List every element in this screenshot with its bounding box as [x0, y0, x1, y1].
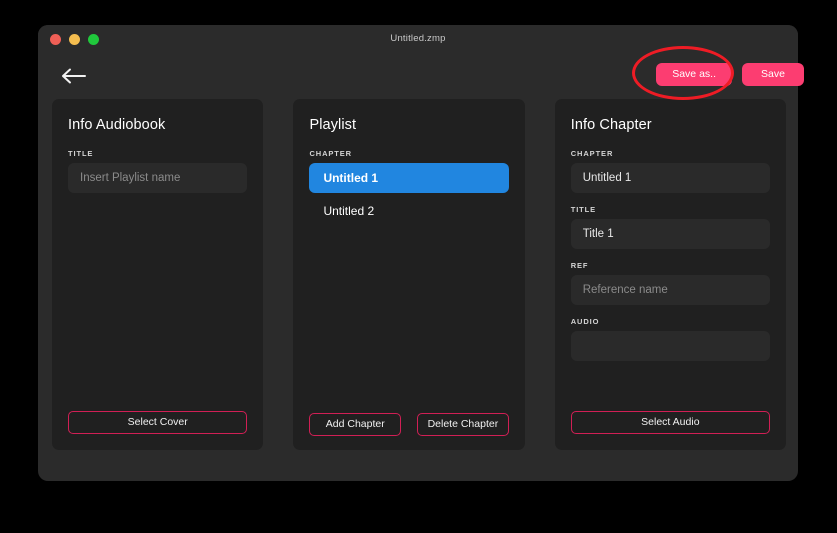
back-button[interactable]	[57, 63, 91, 89]
window-title: Untitled.zmp	[390, 33, 446, 44]
label-chapter-audio: AUDIO	[570, 317, 600, 326]
save-button[interactable]: Save	[742, 63, 804, 86]
footer-info-chapter: Select Audio	[570, 411, 770, 434]
label-audiobook-title: TITLE	[68, 149, 94, 158]
label-chapter-title: TITLE	[570, 205, 597, 214]
delete-chapter-button[interactable]: Delete Chapter	[417, 413, 509, 436]
save-button-group: Save as.. Save	[656, 63, 804, 86]
label-playlist-chapter: CHAPTER	[309, 149, 352, 158]
arrow-left-icon	[61, 68, 87, 84]
chapter-list-item[interactable]: Untitled 2	[309, 196, 508, 226]
panel-info-chapter: Info Chapter CHAPTER Untitled 1 TITLE Ti…	[554, 99, 786, 450]
chapter-list-item[interactable]: Untitled 1	[309, 163, 509, 193]
add-chapter-button[interactable]: Add Chapter	[309, 413, 402, 436]
panel-title-playlist: Playlist	[309, 117, 357, 133]
chapter-name-input[interactable]: Untitled 1	[570, 163, 770, 193]
select-audio-button[interactable]: Select Audio	[570, 411, 770, 434]
toolbar: Save as.. Save	[38, 53, 804, 101]
footer-info-audiobook: Select Cover	[68, 411, 248, 434]
title-bar: Untitled.zmp	[38, 25, 798, 53]
panel-playlist: Playlist CHAPTER Untitled 1 Untitled 2 A…	[293, 99, 525, 450]
chapter-title-input[interactable]: Title 1	[570, 219, 770, 249]
panel-title-info-audiobook: Info Audiobook	[68, 117, 166, 133]
chapter-ref-input[interactable]: Reference name	[570, 275, 770, 305]
save-as-button[interactable]: Save as..	[656, 63, 732, 86]
label-chapter-ref: REF	[570, 261, 589, 270]
chapter-list: Untitled 1 Untitled 2	[309, 163, 509, 226]
footer-playlist: Add Chapter Delete Chapter	[309, 413, 509, 436]
panels-container: Info Audiobook TITLE Insert Playlist nam…	[52, 99, 786, 450]
select-cover-button[interactable]: Select Cover	[68, 411, 248, 434]
panel-title-info-chapter: Info Chapter	[570, 117, 652, 133]
panel-info-audiobook: Info Audiobook TITLE Insert Playlist nam…	[52, 99, 264, 450]
app-window: Untitled.zmp Save as.. Save Info Audiobo…	[38, 25, 804, 481]
audiobook-title-input[interactable]: Insert Playlist name	[68, 163, 248, 193]
label-chapter-name: CHAPTER	[570, 149, 614, 158]
chapter-audio-input[interactable]	[570, 331, 770, 361]
